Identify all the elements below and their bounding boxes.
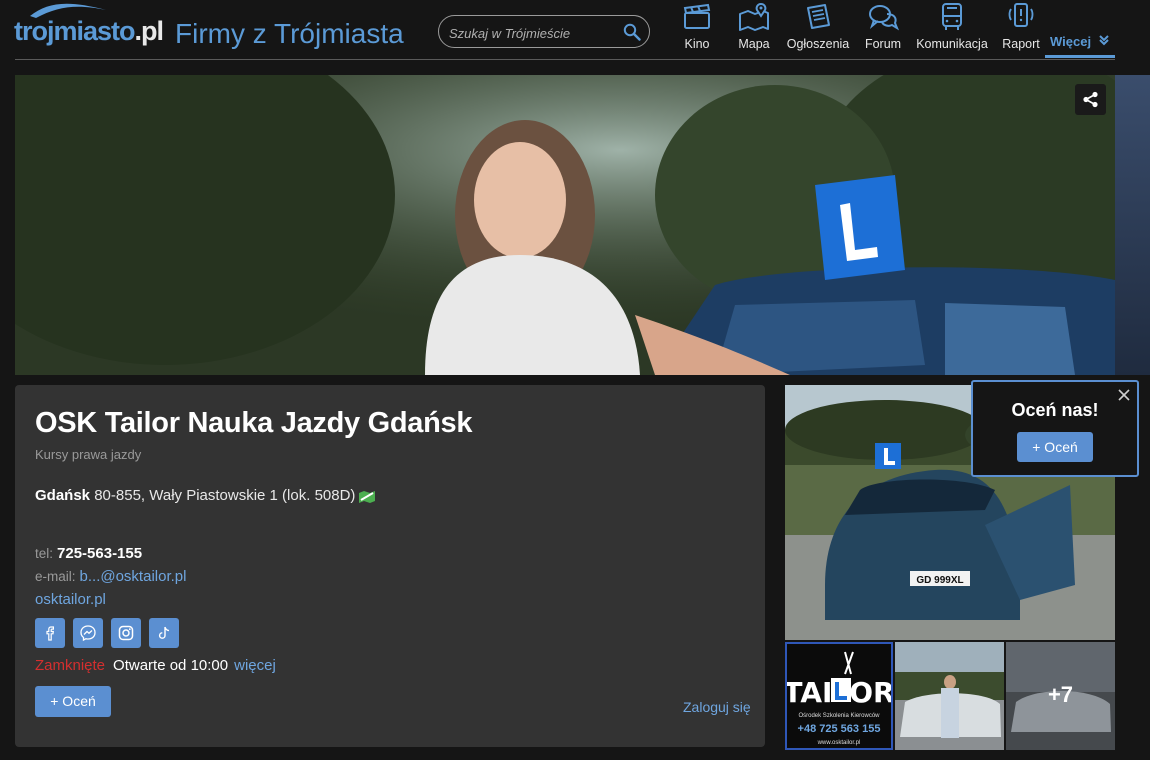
search-box <box>438 15 650 48</box>
hero-next-edge <box>1115 75 1150 375</box>
facebook-icon <box>46 626 54 641</box>
site-title[interactable]: Firmy z Trójmiasta <box>175 18 404 50</box>
phone-row: tel: 725-563-155 <box>35 545 142 563</box>
business-card: OSK Tailor Nauka Jazdy Gdańsk Kursy praw… <box>15 385 765 747</box>
tiktok-icon <box>158 626 170 639</box>
nav-ogloszenia[interactable]: Ogłoszenia <box>786 2 850 58</box>
rate-button[interactable]: + Oceń <box>35 686 111 717</box>
business-name: OSK Tailor Nauka Jazdy Gdańsk <box>35 407 473 439</box>
nav-label: Ogłoszenia <box>786 37 850 51</box>
more-photos-count: +7 <box>1047 682 1074 707</box>
gallery-thumb-logo[interactable]: TAILOR Ośrodek Szkolenia Kierowców +48 7… <box>785 642 893 750</box>
nav-more-underline <box>1045 55 1115 58</box>
hero-illustration <box>15 75 1115 375</box>
phone-number[interactable]: 725-563-155 <box>57 545 142 562</box>
tailor-logo-image: TAILOR Ośrodek Szkolenia Kierowców +48 7… <box>787 651 891 746</box>
nav-komunikacja[interactable]: Komunikacja <box>915 2 989 58</box>
nav-kino[interactable]: Kino <box>678 2 716 58</box>
email-link[interactable]: b...@osktailor.pl <box>80 568 187 585</box>
nav-label: Mapa <box>738 37 770 51</box>
messenger-icon <box>80 625 96 642</box>
share-icon <box>1083 91 1098 108</box>
search-icon[interactable] <box>623 23 641 41</box>
rating-popup: Oceń nas! + Oceń <box>971 380 1139 477</box>
gallery-thumb-2[interactable] <box>895 642 1004 750</box>
logo-url: www.osktailor.pl <box>817 740 861 746</box>
instagram-button[interactable] <box>111 618 141 648</box>
nav-mapa[interactable]: Mapa <box>735 2 773 58</box>
hours-more-link[interactable]: więcej <box>234 657 276 674</box>
email-row: e-mail: b...@osktailor.pl <box>35 568 186 586</box>
email-label: e-mail: <box>35 569 76 584</box>
search-input[interactable] <box>449 24 619 42</box>
hours-next-open: Otwarte od 10:00 <box>113 657 229 674</box>
logo-main: trojmiasto <box>14 16 136 46</box>
address-street: 80-855, Wały Piastowskie 1 (lok. 508D) <box>94 487 356 504</box>
messenger-button[interactable] <box>73 618 103 648</box>
nav-label: Forum <box>864 37 902 51</box>
login-link[interactable]: Zaloguj się <box>683 699 751 715</box>
classifieds-icon <box>807 4 830 29</box>
nav-more-label: Więcej <box>1050 34 1092 49</box>
address-city: Gdańsk <box>35 487 91 504</box>
popup-rate-button[interactable]: + Oceń <box>1017 432 1093 462</box>
header-divider <box>15 59 1115 60</box>
nav-label: Kino <box>684 37 710 51</box>
opening-hours: Zamknięte Otwarte od 10:00 więcej <box>35 657 276 674</box>
chevron-double-down-icon <box>1099 35 1109 46</box>
gallery-thumb-more[interactable]: +7 <box>1006 642 1115 750</box>
map-icon <box>739 2 769 31</box>
tiktok-button[interactable] <box>149 618 179 648</box>
logo-phone: +48 725 563 155 <box>798 723 881 735</box>
clapperboard-icon <box>683 3 711 29</box>
nav-forum[interactable]: Forum <box>863 2 903 58</box>
chat-bubbles-icon <box>869 5 899 31</box>
hours-status: Zamknięte <box>35 657 106 674</box>
page: trojmiasto.pl Firmy z Trójmiasta Kino <box>0 0 1150 760</box>
nav-label: Raport <box>1002 37 1040 51</box>
website-link[interactable]: osktailor.pl <box>35 591 106 608</box>
facebook-button[interactable] <box>35 618 65 648</box>
logo-subtitle: Ośrodek Szkolenia Kierowców <box>798 713 880 719</box>
phone-alert-icon <box>1008 3 1034 27</box>
bus-icon <box>942 3 962 30</box>
logo-tld: .pl <box>134 16 164 46</box>
close-icon[interactable] <box>1117 388 1131 402</box>
phone-label: tel: <box>35 546 54 561</box>
nav-raport[interactable]: Raport <box>1000 2 1042 58</box>
nav-more[interactable]: Więcej <box>1045 0 1115 60</box>
license-plate-text: GD 999XL <box>916 575 963 586</box>
site-logo[interactable]: trojmiasto.pl <box>14 16 164 47</box>
business-category[interactable]: Kursy prawa jazdy <box>35 447 141 462</box>
address: Gdańsk 80-855, Wały Piastowskie 1 (lok. … <box>35 487 355 504</box>
hero-image[interactable] <box>15 75 1115 375</box>
share-button[interactable] <box>1075 84 1106 115</box>
nav-label: Komunikacja <box>916 37 988 51</box>
map-pin-icon[interactable] <box>358 489 376 503</box>
instructor-car-photo <box>895 642 1004 750</box>
instagram-icon <box>118 625 134 641</box>
header: trojmiasto.pl Firmy z Trójmiasta Kino <box>0 0 1150 60</box>
popup-title: Oceń nas! <box>1011 400 1099 420</box>
